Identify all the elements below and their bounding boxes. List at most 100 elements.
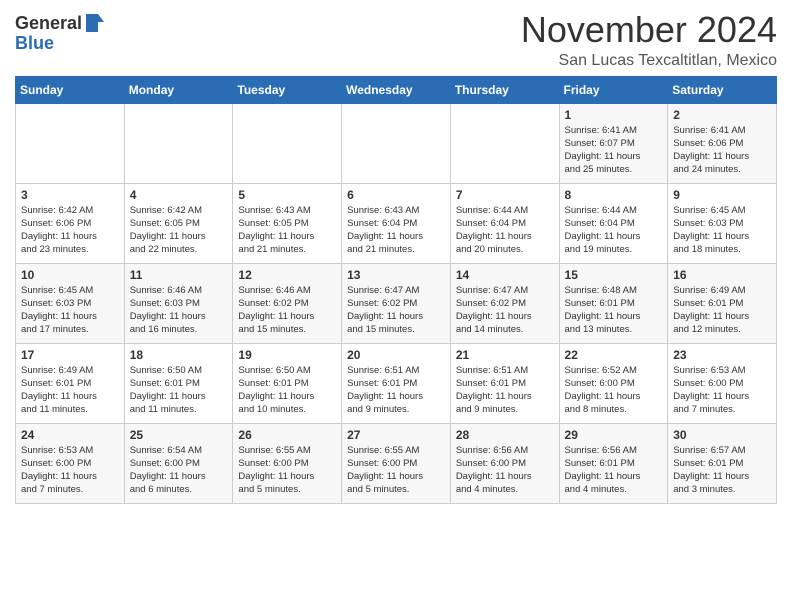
- calendar-body: 1 Sunrise: 6:41 AMSunset: 6:07 PMDaylight…: [16, 103, 777, 503]
- day-cell-1-4: 7Sunrise: 6:44 AMSunset: 6:04 PMDaylight…: [450, 183, 559, 263]
- day-info: Sunrise: 6:51 AMSunset: 6:01 PMDaylight:…: [347, 364, 445, 417]
- col-sunday: Sunday: [16, 76, 125, 103]
- day-cell-0-0: [16, 103, 125, 183]
- day-cell-4-5: 29 Sunrise: 6:56 AMSunset: 6:01 PMDayligh…: [559, 423, 668, 503]
- day-number: 3: [21, 188, 119, 202]
- logo: General Blue: [15, 10, 106, 54]
- day-info: Sunrise: 6:55 AMSunset: 6:00 PMDaylight:…: [238, 444, 336, 497]
- day-cell-2-5: 15Sunrise: 6:48 AMSunset: 6:01 PMDayligh…: [559, 263, 668, 343]
- day-cell-1-2: 5Sunrise: 6:43 AMSunset: 6:05 PMDaylight…: [233, 183, 342, 263]
- logo-blue-text: Blue: [15, 34, 54, 54]
- day-cell-0-6: 2 Sunrise: 6:41 AMSunset: 6:06 PMDaylight…: [668, 103, 777, 183]
- day-number: 9: [673, 188, 771, 202]
- day-number: 14: [456, 268, 554, 282]
- day-cell-2-3: 13 Sunrise: 6:47 AMSunset: 6:02 PMDayligh…: [342, 263, 451, 343]
- day-info: Sunrise: 6:49 AMSunset: 6:01 PMDaylight:…: [21, 364, 119, 417]
- day-info: Sunrise: 6:42 AMSunset: 6:05 PMDaylight:…: [130, 204, 228, 257]
- day-cell-4-1: 25 Sunrise: 6:54 AMSunset: 6:00 PMDayligh…: [124, 423, 233, 503]
- day-number: 23: [673, 348, 771, 362]
- location: San Lucas Texcaltitlan, Mexico: [521, 52, 777, 70]
- day-cell-1-3: 6Sunrise: 6:43 AMSunset: 6:04 PMDaylight…: [342, 183, 451, 263]
- day-number: 17: [21, 348, 119, 362]
- week-row-1: 1 Sunrise: 6:41 AMSunset: 6:07 PMDaylight…: [16, 103, 777, 183]
- day-number: 4: [130, 188, 228, 202]
- day-cell-4-3: 27 Sunrise: 6:55 AMSunset: 6:00 PMDayligh…: [342, 423, 451, 503]
- day-number: 15: [565, 268, 663, 282]
- day-cell-2-0: 10Sunrise: 6:45 AMSunset: 6:03 PMDayligh…: [16, 263, 125, 343]
- day-info: Sunrise: 6:53 AMSunset: 6:00 PMDaylight:…: [21, 444, 119, 497]
- day-cell-4-6: 30Sunrise: 6:57 AMSunset: 6:01 PMDayligh…: [668, 423, 777, 503]
- day-cell-3-5: 22Sunrise: 6:52 AMSunset: 6:00 PMDayligh…: [559, 343, 668, 423]
- title-block: November 2024 San Lucas Texcaltitlan, Me…: [521, 10, 777, 70]
- day-info: Sunrise: 6:47 AMSunset: 6:02 PMDaylight:…: [347, 284, 445, 337]
- day-number: 19: [238, 348, 336, 362]
- day-cell-4-2: 26 Sunrise: 6:55 AMSunset: 6:00 PMDayligh…: [233, 423, 342, 503]
- day-cell-2-2: 12Sunrise: 6:46 AMSunset: 6:02 PMDayligh…: [233, 263, 342, 343]
- day-cell-1-6: 9 Sunrise: 6:45 AMSunset: 6:03 PMDaylight…: [668, 183, 777, 263]
- day-cell-3-4: 21Sunrise: 6:51 AMSunset: 6:01 PMDayligh…: [450, 343, 559, 423]
- calendar-header: Sunday Monday Tuesday Wednesday Thursday…: [16, 76, 777, 103]
- col-wednesday: Wednesday: [342, 76, 451, 103]
- col-thursday: Thursday: [450, 76, 559, 103]
- day-cell-2-1: 11 Sunrise: 6:46 AMSunset: 6:03 PMDayligh…: [124, 263, 233, 343]
- day-number: 26: [238, 428, 336, 442]
- week-row-3: 10Sunrise: 6:45 AMSunset: 6:03 PMDayligh…: [16, 263, 777, 343]
- day-cell-3-3: 20 Sunrise: 6:51 AMSunset: 6:01 PMDayligh…: [342, 343, 451, 423]
- day-number: 24: [21, 428, 119, 442]
- day-cell-3-6: 23 Sunrise: 6:53 AMSunset: 6:00 PMDayligh…: [668, 343, 777, 423]
- day-number: 12: [238, 268, 336, 282]
- day-number: 27: [347, 428, 445, 442]
- day-number: 13: [347, 268, 445, 282]
- day-number: 29: [565, 428, 663, 442]
- day-number: 20: [347, 348, 445, 362]
- day-info: Sunrise: 6:45 AMSunset: 6:03 PMDaylight:…: [673, 204, 771, 257]
- day-cell-0-2: [233, 103, 342, 183]
- month-title: November 2024: [521, 10, 777, 50]
- col-saturday: Saturday: [668, 76, 777, 103]
- day-cell-1-5: 8Sunrise: 6:44 AMSunset: 6:04 PMDaylight…: [559, 183, 668, 263]
- day-number: 1: [565, 108, 663, 122]
- day-cell-0-1: [124, 103, 233, 183]
- calendar-table: Sunday Monday Tuesday Wednesday Thursday…: [15, 76, 777, 504]
- day-info: Sunrise: 6:54 AMSunset: 6:00 PMDaylight:…: [130, 444, 228, 497]
- week-row-4: 17 Sunrise: 6:49 AMSunset: 6:01 PMDayligh…: [16, 343, 777, 423]
- day-number: 10: [21, 268, 119, 282]
- col-monday: Monday: [124, 76, 233, 103]
- day-cell-4-4: 28 Sunrise: 6:56 AMSunset: 6:00 PMDayligh…: [450, 423, 559, 503]
- day-info: Sunrise: 6:49 AMSunset: 6:01 PMDaylight:…: [673, 284, 771, 337]
- day-cell-3-1: 18Sunrise: 6:50 AMSunset: 6:01 PMDayligh…: [124, 343, 233, 423]
- day-info: Sunrise: 6:46 AMSunset: 6:03 PMDaylight:…: [130, 284, 228, 337]
- day-info: Sunrise: 6:43 AMSunset: 6:05 PMDaylight:…: [238, 204, 336, 257]
- day-info: Sunrise: 6:47 AMSunset: 6:02 PMDaylight:…: [456, 284, 554, 337]
- day-info: Sunrise: 6:55 AMSunset: 6:00 PMDaylight:…: [347, 444, 445, 497]
- day-info: Sunrise: 6:41 AMSunset: 6:06 PMDaylight:…: [673, 124, 771, 177]
- day-number: 11: [130, 268, 228, 282]
- day-info: Sunrise: 6:42 AMSunset: 6:06 PMDaylight:…: [21, 204, 119, 257]
- day-number: 6: [347, 188, 445, 202]
- day-cell-3-2: 19 Sunrise: 6:50 AMSunset: 6:01 PMDayligh…: [233, 343, 342, 423]
- page: General Blue November 2024 San Lucas Tex…: [0, 0, 792, 519]
- day-number: 18: [130, 348, 228, 362]
- day-number: 22: [565, 348, 663, 362]
- logo-line-blue: Blue: [15, 34, 54, 54]
- day-number: 30: [673, 428, 771, 442]
- header: General Blue November 2024 San Lucas Tex…: [15, 10, 777, 70]
- week-row-2: 3 Sunrise: 6:42 AMSunset: 6:06 PMDaylight…: [16, 183, 777, 263]
- day-info: Sunrise: 6:56 AMSunset: 6:01 PMDaylight:…: [565, 444, 663, 497]
- logo-line-general: General: [15, 14, 106, 34]
- day-info: Sunrise: 6:56 AMSunset: 6:00 PMDaylight:…: [456, 444, 554, 497]
- day-cell-1-1: 4 Sunrise: 6:42 AMSunset: 6:05 PMDaylight…: [124, 183, 233, 263]
- day-info: Sunrise: 6:44 AMSunset: 6:04 PMDaylight:…: [456, 204, 554, 257]
- day-number: 25: [130, 428, 228, 442]
- day-info: Sunrise: 6:50 AMSunset: 6:01 PMDaylight:…: [238, 364, 336, 417]
- day-number: 16: [673, 268, 771, 282]
- logo-general-text: General: [15, 14, 82, 34]
- day-cell-2-4: 14 Sunrise: 6:47 AMSunset: 6:02 PMDayligh…: [450, 263, 559, 343]
- day-number: 28: [456, 428, 554, 442]
- day-info: Sunrise: 6:41 AMSunset: 6:07 PMDaylight:…: [565, 124, 663, 177]
- day-cell-0-3: [342, 103, 451, 183]
- day-info: Sunrise: 6:51 AMSunset: 6:01 PMDaylight:…: [456, 364, 554, 417]
- day-info: Sunrise: 6:53 AMSunset: 6:00 PMDaylight:…: [673, 364, 771, 417]
- day-cell-0-5: 1 Sunrise: 6:41 AMSunset: 6:07 PMDaylight…: [559, 103, 668, 183]
- day-number: 2: [673, 108, 771, 122]
